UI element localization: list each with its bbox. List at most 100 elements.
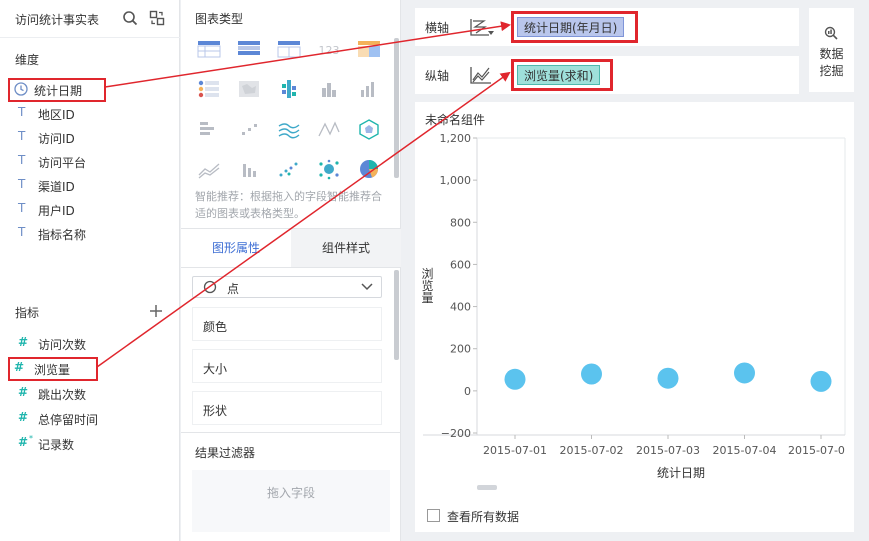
switch-dataset-icon[interactable] [149, 10, 165, 26]
measure-field-4[interactable]: # * 记录数 [12, 432, 172, 454]
y-tick-label: 600 [450, 258, 471, 271]
data-point[interactable] [657, 367, 679, 389]
y-axis-field-pill[interactable]: 浏览量(求和) [517, 65, 601, 85]
y-tick-label: 400 [450, 301, 471, 314]
property-color[interactable]: 颜色 [192, 307, 382, 341]
property-shape[interactable]: 形状 [192, 391, 382, 425]
search-icon[interactable] [122, 10, 138, 26]
measure-field-1[interactable]: # 浏览量 [8, 357, 98, 381]
text-type-icon: T [18, 177, 26, 191]
count-marker-icon: * [29, 434, 33, 443]
chart-scrollbar[interactable] [477, 485, 497, 490]
data-point[interactable] [581, 363, 602, 385]
chart-config-panel: 图表类型 123 智能推荐：根据拖入的字段智能推荐合适的图表或表格类型。 图形属… [181, 0, 401, 541]
chart-type-detail-table-icon[interactable] [277, 38, 301, 60]
x-axis-title: 统计日期 [657, 466, 705, 480]
dimension-field-label: 用户ID [38, 204, 75, 218]
x-tick-label: 2015-07-04 [713, 444, 777, 457]
property-scrollbar[interactable] [394, 270, 399, 360]
chart-type-dot-icon[interactable] [277, 158, 301, 180]
result-filter-dropzone[interactable]: 拖入字段 [192, 470, 390, 532]
chart-type-area-icon[interactable] [197, 158, 221, 180]
number-type-icon: # [18, 335, 29, 349]
data-mining-label-2: 挖掘 [819, 64, 844, 78]
text-type-icon: T [18, 129, 26, 143]
measure-field-label: 浏览量 [34, 363, 71, 377]
chart-type-column-icon[interactable] [357, 78, 381, 100]
measure-field-2[interactable]: # 跳出次数 [12, 382, 172, 404]
dimension-field-label: 渠道ID [38, 180, 75, 194]
measure-field-0[interactable]: # 访问次数 [12, 332, 172, 354]
chart-type-pie-icon[interactable] [357, 158, 381, 180]
dimension-field-0[interactable]: 统计日期 [8, 78, 106, 102]
y-tick-label: 200 [450, 343, 471, 356]
measure-field-3[interactable]: # 总停留时间 [12, 407, 172, 429]
smart-recommend-hint: 智能推荐：根据拖入的字段智能推荐合适的图表或表格类型。 [195, 190, 382, 220]
chart-type-polygon-icon[interactable] [357, 118, 381, 140]
chart-type-map-icon[interactable] [237, 78, 261, 100]
text-type-icon: T [18, 225, 26, 239]
chart-type-radar-icon[interactable] [317, 118, 341, 140]
data-point[interactable] [810, 370, 832, 392]
y-axis-chart-type-icon[interactable] [469, 64, 495, 86]
dimension-field-label: 访问ID [38, 132, 75, 146]
y-axis-drop-highlight: 浏览量(求和) [511, 59, 613, 91]
show-all-data-checkbox[interactable] [427, 509, 440, 522]
dimension-field-2[interactable]: T 访问ID [12, 126, 172, 148]
chart-type-column-stack-icon[interactable] [237, 158, 261, 180]
x-axis-bar: 横轴 统计日期(年月日) [415, 8, 799, 46]
dimension-field-5[interactable]: T 用户ID [12, 198, 172, 220]
clock-icon [14, 82, 28, 96]
chart-type-heat-table-icon[interactable] [357, 38, 381, 60]
shape-type-select[interactable]: 点 [192, 276, 382, 298]
dimension-section-title: 维度 [15, 53, 40, 67]
chart-type-bar-icon[interactable] [317, 78, 341, 100]
number-type-icon: # [18, 385, 29, 399]
dimension-field-label: 统计日期 [34, 84, 83, 98]
property-shape-label: 形状 [203, 404, 228, 418]
text-type-icon: T [18, 153, 26, 167]
chart-type-scrollbar[interactable] [394, 38, 399, 178]
widget-title: 未命名组件 [425, 113, 486, 127]
x-tick-label: 2015-07-03 [636, 444, 700, 457]
dimension-field-4[interactable]: T 渠道ID [12, 174, 172, 196]
chart-type-cross-table-icon[interactable] [237, 38, 261, 60]
data-point[interactable] [734, 362, 755, 384]
chart-type-bubble-icon[interactable] [317, 158, 341, 180]
chart-type-bar-stack-icon[interactable] [277, 78, 301, 100]
data-mining-button[interactable]: 数据 挖掘 [809, 8, 854, 92]
field-panel: 访问统计事实表 维度 统计日期 T 地区ID T 访问ID T 访问平台 T 渠道ID T 用户ID… [0, 0, 180, 541]
chart-types-title: 图表类型 [195, 12, 244, 26]
chart-type-bar-h-icon[interactable] [197, 118, 221, 140]
chart-type-kpi-icon[interactable]: 123 [317, 38, 341, 60]
data-mining-icon [824, 26, 838, 40]
y-axis-bar: 纵轴 浏览量(求和) [415, 56, 799, 94]
x-axis-field-pill[interactable]: 统计日期(年月日) [517, 17, 625, 37]
chevron-down-icon [361, 283, 373, 291]
data-point[interactable] [504, 368, 526, 390]
x-axis-chart-type-icon[interactable] [469, 16, 495, 38]
chart-type-legend-table-icon[interactable] [197, 78, 221, 100]
plus-icon[interactable] [149, 304, 163, 318]
y-axis-title: 浏览量 [420, 267, 434, 303]
dimension-field-3[interactable]: T 访问平台 [12, 150, 172, 172]
property-size[interactable]: 大小 [192, 349, 382, 383]
text-type-icon: T [18, 105, 26, 119]
shape-select-value: 点 [227, 282, 240, 296]
chart-type-table-icon[interactable] [197, 38, 221, 60]
dimension-field-6[interactable]: T 指标名称 [12, 222, 172, 244]
chart-type-line-icon[interactable] [277, 118, 301, 140]
dimension-field-1[interactable]: T 地区ID [12, 102, 172, 124]
measure-field-label: 总停留时间 [38, 413, 99, 427]
property-tabs: 图形属性 组件样式 [181, 228, 401, 268]
measure-section-title: 指标 [15, 306, 40, 320]
y-tick-label: −200 [441, 427, 471, 440]
dropzone-placeholder: 拖入字段 [266, 486, 315, 500]
tab-component-style[interactable]: 组件样式 [291, 229, 401, 267]
y-tick-label: 1,200 [440, 132, 472, 145]
y-axis-label: 纵轴 [425, 69, 450, 83]
svg-text:123: 123 [319, 44, 340, 57]
tab-graph-properties[interactable]: 图形属性 [181, 229, 291, 267]
chart-type-scatter-small-icon[interactable] [237, 118, 261, 140]
divider [181, 432, 401, 433]
